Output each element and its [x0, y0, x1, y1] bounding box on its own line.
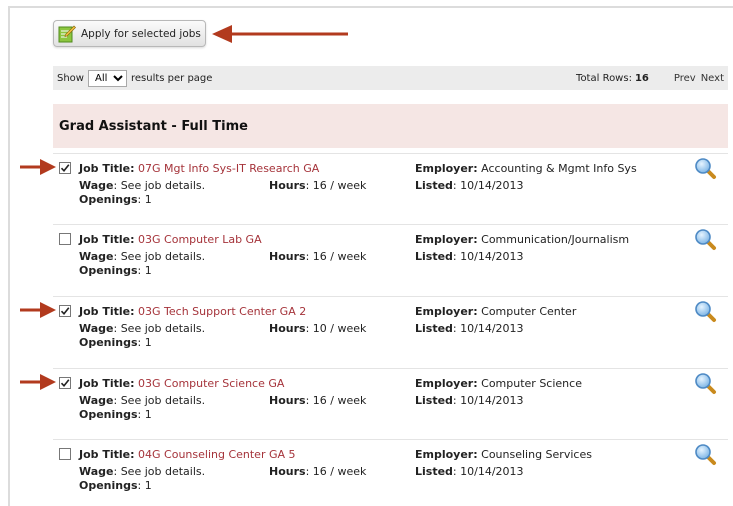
edit-document-icon [58, 25, 76, 43]
employer-label: Employer: [415, 377, 478, 390]
job-title-link[interactable]: 03G Tech Support Center GA 2 [138, 305, 306, 318]
wage-value: See job details. [120, 322, 206, 335]
job-title-link[interactable]: 04G Counseling Center GA 5 [138, 448, 296, 461]
wage-label: Wage [79, 465, 114, 478]
listed-label: Listed [415, 465, 453, 478]
job-title-label: Job Title: [79, 233, 135, 246]
job-row: Job Title: 03G Tech Support Center GA 2 … [53, 296, 728, 362]
total-rows: Total Rows: 16 [576, 73, 649, 84]
job-checkbox[interactable] [59, 162, 71, 174]
hours-value: 16 / week [312, 394, 367, 407]
employer-value: Accounting & Mgmt Info Sys [481, 162, 637, 175]
employer-value: Counseling Services [481, 448, 592, 461]
listed-value: 10/14/2013 [460, 465, 524, 478]
openings-value: 1 [144, 479, 152, 492]
prev-page-link[interactable]: Prev [674, 73, 696, 84]
hours-value: 16 / week [312, 179, 367, 192]
job-checkbox[interactable] [59, 305, 71, 317]
total-rows-label: Total Rows: [576, 72, 632, 84]
job-title-label: Job Title: [79, 305, 135, 318]
magnifier-icon[interactable] [693, 371, 717, 395]
employer-value: Computer Center [481, 305, 577, 318]
employer-value: Communication/Journalism [481, 233, 630, 246]
apply-selected-jobs-button[interactable]: Apply for selected jobs [53, 20, 206, 47]
employer-label: Employer: [415, 162, 478, 175]
openings-value: 1 [144, 264, 152, 277]
job-checkbox[interactable] [59, 233, 71, 245]
wage-label: Wage [79, 394, 114, 407]
job-title-link[interactable]: 03G Computer Science GA [138, 377, 284, 390]
frame-top-border [8, 6, 733, 8]
openings-label: Openings [79, 408, 138, 421]
job-title-label: Job Title: [79, 162, 135, 175]
listed-value: 10/14/2013 [460, 394, 524, 407]
apply-button-label: Apply for selected jobs [81, 27, 201, 40]
annotation-arrow-apply [212, 25, 348, 43]
wage-value: See job details. [120, 394, 206, 407]
wage-value: See job details. [120, 465, 206, 478]
magnifier-icon[interactable] [693, 156, 717, 180]
employer-label: Employer: [415, 233, 478, 246]
job-title-label: Job Title: [79, 448, 135, 461]
total-rows-value: 16 [634, 72, 649, 84]
job-row: Job Title: 04G Counseling Center GA 5 Em… [53, 439, 728, 505]
hours-label: Hours [269, 179, 306, 192]
next-page-link[interactable]: Next [701, 73, 724, 84]
magnifier-icon[interactable] [693, 299, 717, 323]
wage-label: Wage [79, 179, 114, 192]
openings-label: Openings [79, 479, 138, 492]
listed-value: 10/14/2013 [460, 179, 524, 192]
openings-label: Openings [79, 264, 138, 277]
listed-label: Listed [415, 179, 453, 192]
wage-label: Wage [79, 250, 114, 263]
employer-label: Employer: [415, 448, 478, 461]
hours-label: Hours [269, 250, 306, 263]
job-title-label: Job Title: [79, 377, 135, 390]
openings-value: 1 [144, 408, 152, 421]
pager: Prev Next [669, 73, 724, 84]
openings-label: Openings [79, 336, 138, 349]
listed-label: Listed [415, 322, 453, 335]
wage-label: Wage [79, 322, 114, 335]
listed-value: 10/14/2013 [460, 250, 524, 263]
hours-label: Hours [269, 465, 306, 478]
show-label: Show [57, 72, 84, 84]
job-row: Job Title: 07G Mgt Info Sys-IT Research … [53, 153, 728, 219]
group-header: Grad Assistant - Full Time [53, 104, 728, 148]
job-checkbox[interactable] [59, 448, 71, 460]
magnifier-icon[interactable] [693, 227, 717, 251]
openings-value: 1 [144, 336, 152, 349]
employer-value: Computer Science [481, 377, 582, 390]
hours-value: 10 / week [312, 322, 367, 335]
hours-value: 16 / week [312, 250, 367, 263]
group-title: Grad Assistant - Full Time [59, 118, 248, 134]
wage-value: See job details. [120, 250, 206, 263]
listed-value: 10/14/2013 [460, 322, 524, 335]
job-row: Job Title: 03G Computer Science GA Emplo… [53, 368, 728, 434]
results-toolbar: Show All results per page Total Rows: 16 … [53, 66, 728, 90]
job-row: Job Title: 03G Computer Lab GA Employer:… [53, 224, 728, 290]
job-checkbox[interactable] [59, 377, 71, 389]
per-page-suffix: results per page [130, 72, 213, 84]
hours-label: Hours [269, 394, 306, 407]
openings-value: 1 [144, 193, 152, 206]
employer-label: Employer: [415, 305, 478, 318]
hours-value: 16 / week [312, 465, 367, 478]
frame-left-border [8, 6, 10, 506]
per-page-select[interactable]: All [87, 69, 127, 87]
job-title-link[interactable]: 07G Mgt Info Sys-IT Research GA [138, 162, 319, 175]
job-title-link[interactable]: 03G Computer Lab GA [138, 233, 262, 246]
listed-label: Listed [415, 394, 453, 407]
magnifier-icon[interactable] [693, 442, 717, 466]
openings-label: Openings [79, 193, 138, 206]
wage-value: See job details. [120, 179, 206, 192]
hours-label: Hours [269, 322, 306, 335]
listed-label: Listed [415, 250, 453, 263]
